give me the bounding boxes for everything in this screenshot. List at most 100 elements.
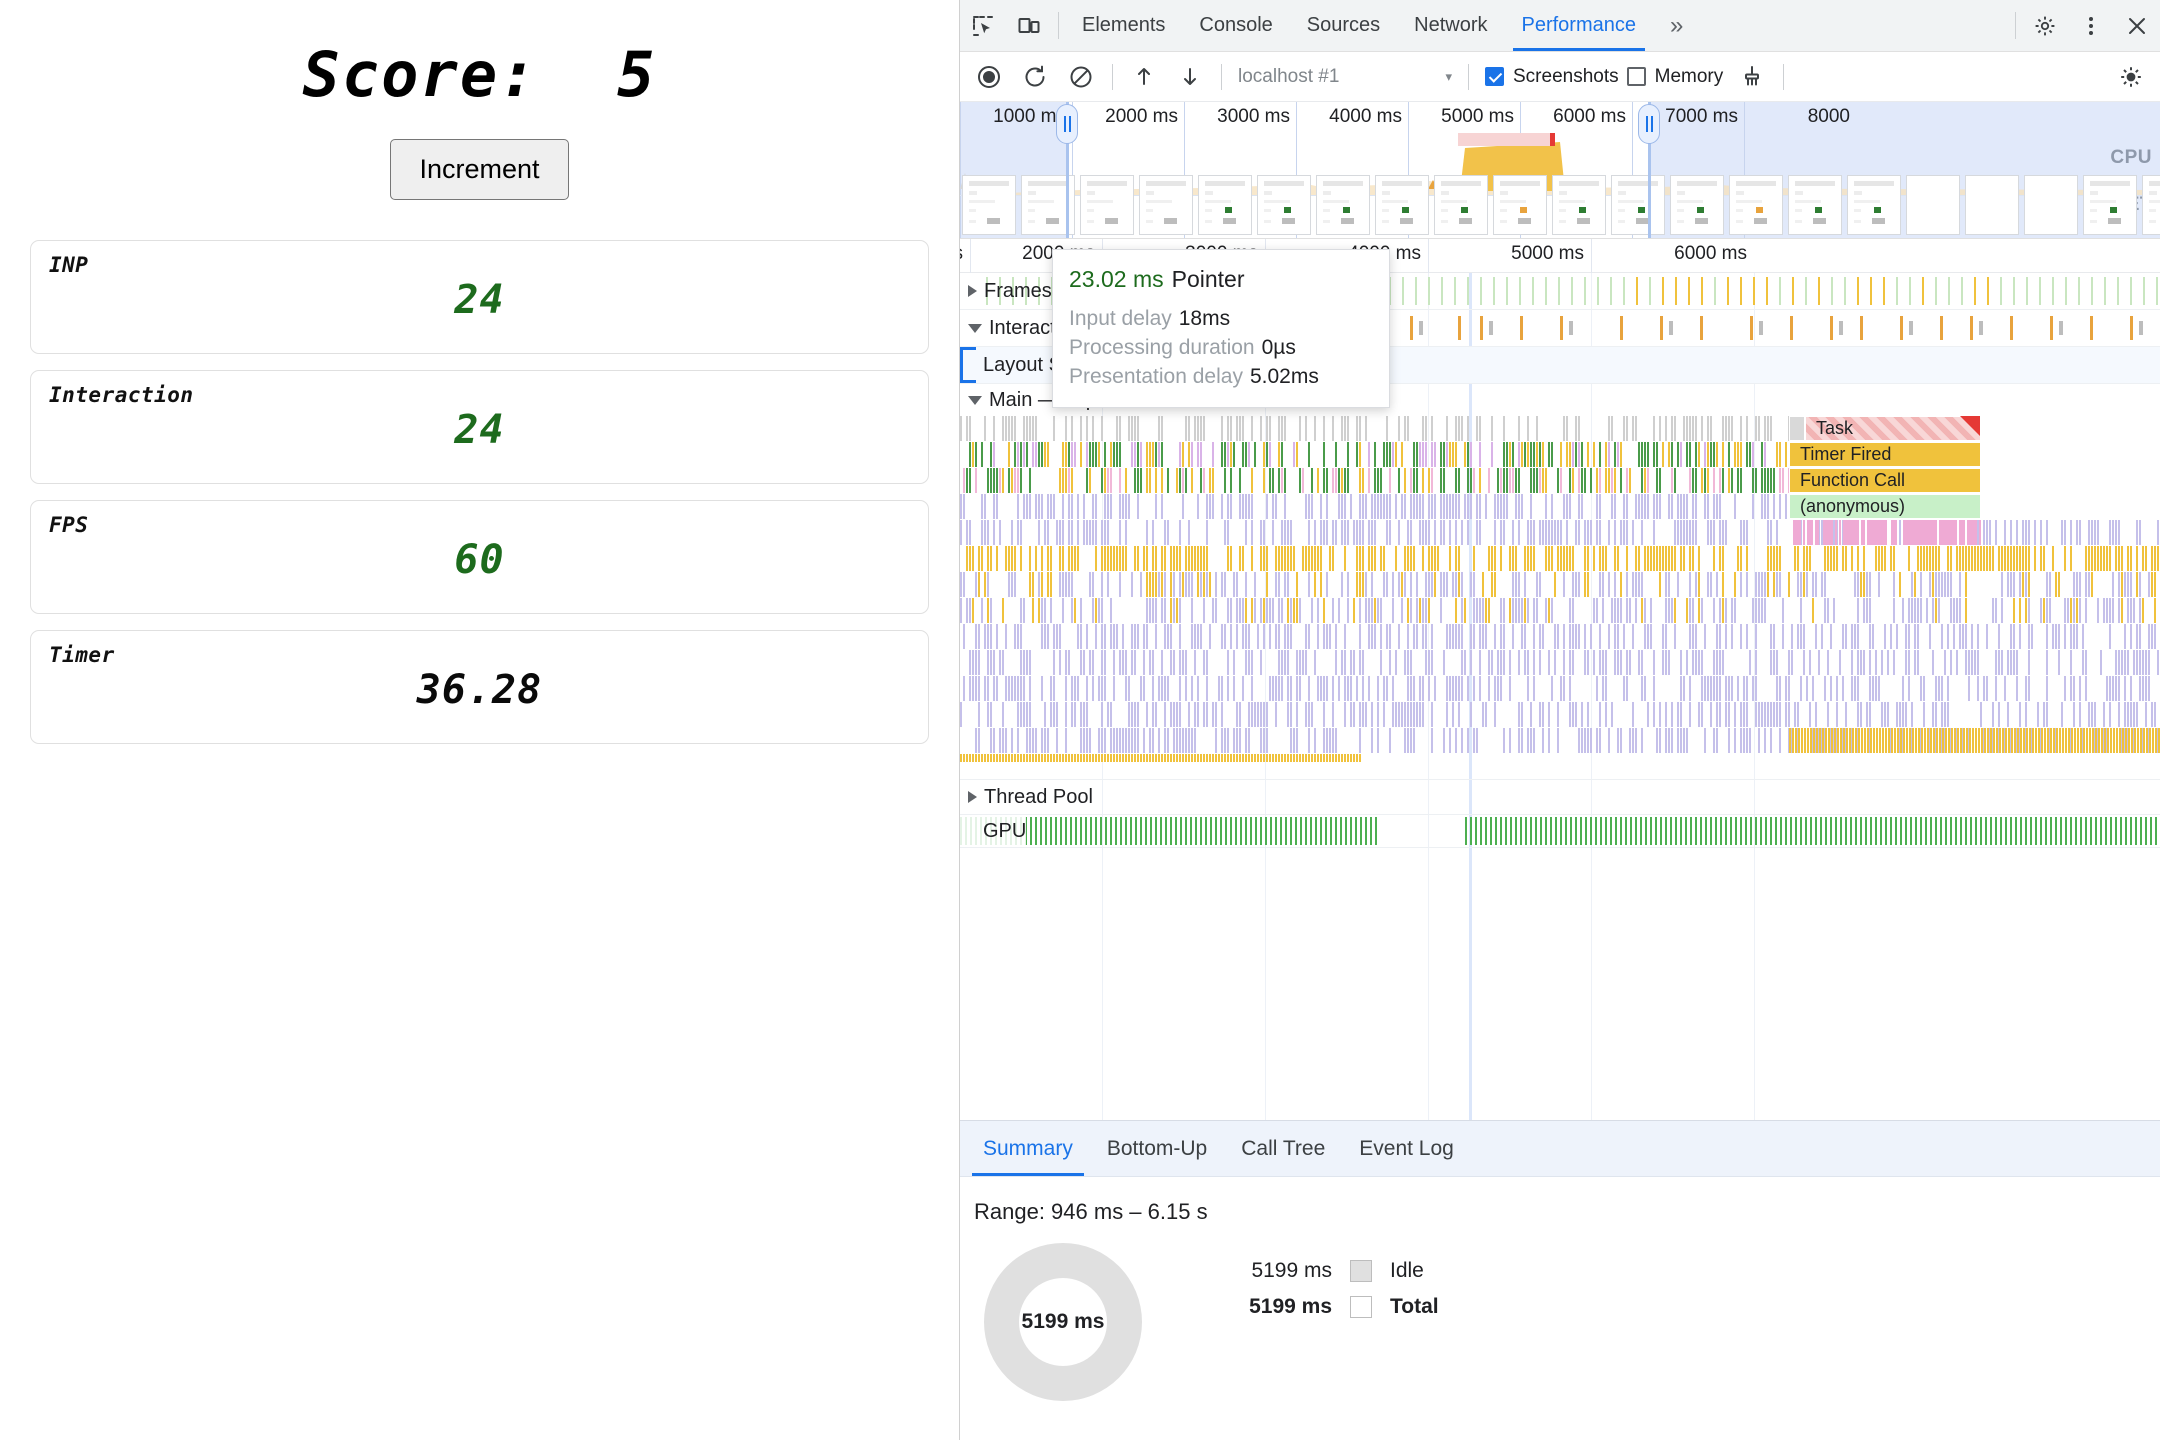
drawer-tab-event-log[interactable]: Event Log bbox=[1342, 1121, 1471, 1176]
tick-label: 8000 bbox=[1807, 106, 1850, 127]
device-toolbar-icon[interactable] bbox=[1006, 0, 1052, 51]
tab-network[interactable]: Network bbox=[1397, 0, 1504, 51]
filmstrip-frame[interactable] bbox=[1729, 175, 1783, 235]
filmstrip-frame[interactable] bbox=[1080, 175, 1134, 235]
filmstrip-frame[interactable] bbox=[962, 175, 1016, 235]
drawer-tab-bottom-up[interactable]: Bottom-Up bbox=[1090, 1121, 1224, 1176]
track-label[interactable]: GPU bbox=[960, 815, 1027, 847]
chevron-right-icon[interactable] bbox=[968, 285, 977, 297]
overview-window-right-handle[interactable] bbox=[1638, 104, 1660, 144]
overview-window-left-handle[interactable] bbox=[1056, 104, 1078, 144]
memory-checkbox[interactable]: Memory bbox=[1626, 66, 1723, 88]
toolbar-divider bbox=[1112, 63, 1113, 90]
filmstrip-frame[interactable] bbox=[1847, 175, 1901, 235]
test-page: Score: 5 Increment INP 24 Interaction 24… bbox=[0, 0, 960, 1440]
tab-sources[interactable]: Sources bbox=[1290, 0, 1397, 51]
checkbox-box bbox=[1485, 67, 1504, 86]
filmstrip-frame[interactable] bbox=[1788, 175, 1842, 235]
tooltip-event-name: Pointer bbox=[1171, 266, 1245, 292]
legend-row-idle[interactable]: 5199 ms Idle bbox=[1220, 1259, 1439, 1283]
load-profile-icon[interactable] bbox=[1121, 54, 1167, 100]
filmstrip-frame[interactable] bbox=[2142, 175, 2160, 235]
track-label[interactable]: Frames bbox=[960, 273, 1052, 309]
clear-icon[interactable] bbox=[1058, 54, 1104, 100]
more-options-icon[interactable] bbox=[2068, 0, 2114, 51]
screenshot-filmstrip[interactable] bbox=[960, 172, 2160, 238]
flame-entry-timer-fired[interactable]: Timer Fired bbox=[1789, 442, 1981, 467]
legend-value: 5199 ms bbox=[1251, 1259, 1332, 1282]
record-icon[interactable] bbox=[966, 54, 1012, 100]
legend-row-total[interactable]: 5199 ms Total bbox=[1220, 1295, 1439, 1319]
metric-value: 24 bbox=[454, 407, 505, 453]
tab-label: Elements bbox=[1082, 14, 1166, 36]
long-task-marker bbox=[1458, 133, 1550, 146]
chevron-down-icon[interactable] bbox=[968, 323, 982, 333]
flame-entry-task[interactable]: Task bbox=[1805, 416, 1981, 441]
filmstrip-frame[interactable] bbox=[1375, 175, 1429, 235]
flame-entry-label: Function Call bbox=[1800, 470, 1906, 490]
gear-icon[interactable] bbox=[2022, 0, 2068, 51]
track-gpu[interactable]: GPU bbox=[960, 815, 2160, 847]
metric-value: 60 bbox=[454, 537, 505, 583]
track-label[interactable]: Thread Pool bbox=[960, 780, 1093, 814]
screenshots-checkbox[interactable]: Screenshots bbox=[1485, 66, 1619, 88]
increment-button[interactable]: Increment bbox=[390, 139, 569, 200]
filmstrip-frame[interactable] bbox=[1906, 175, 1960, 235]
toolbar-divider-3 bbox=[1468, 63, 1469, 90]
legend-name: Idle bbox=[1390, 1259, 1424, 1282]
filmstrip-frame[interactable] bbox=[1493, 175, 1547, 235]
metric-card-inp: INP 24 bbox=[30, 240, 929, 354]
tick-label: s bbox=[960, 243, 963, 265]
filmstrip-frame[interactable] bbox=[1257, 175, 1311, 235]
long-task-end-marker bbox=[1550, 133, 1555, 146]
garbage-collect-icon[interactable] bbox=[1729, 54, 1775, 100]
metric-label: FPS bbox=[49, 513, 89, 537]
flame-entry-task-prefix[interactable] bbox=[1789, 416, 1805, 441]
tooltip-title: 23.02 ms Pointer bbox=[1069, 266, 1367, 293]
save-profile-icon[interactable] bbox=[1167, 54, 1213, 100]
capture-settings-gear-icon[interactable] bbox=[2108, 54, 2154, 100]
devtools-panel: Elements Console Sources Network Perform… bbox=[960, 0, 2160, 1440]
inspect-element-icon[interactable] bbox=[960, 0, 1006, 51]
timeline-tracks[interactable]: s 2000 ms 3000 ms 4000 ms 5000 ms 6000 m… bbox=[960, 239, 2160, 1120]
metric-card-timer: Timer 36.28 bbox=[30, 630, 929, 744]
more-tabs-icon[interactable]: » bbox=[1653, 0, 1700, 51]
drawer-tab-label: Event Log bbox=[1359, 1136, 1454, 1160]
drawer-tab-summary[interactable]: Summary bbox=[966, 1121, 1090, 1176]
tabbar-divider-right bbox=[2015, 12, 2016, 39]
gpu-stripes bbox=[960, 815, 2160, 847]
metric-card-list: INP 24 Interaction 24 FPS 60 Timer 36.28 bbox=[30, 240, 929, 744]
toolbar-divider-4 bbox=[1783, 63, 1785, 90]
flame-entry-anonymous[interactable]: (anonymous) bbox=[1789, 494, 1981, 519]
filmstrip-frame[interactable] bbox=[1434, 175, 1488, 235]
metric-label: INP bbox=[49, 253, 89, 277]
chevron-right-icon[interactable] bbox=[968, 791, 977, 803]
flame-entry-function-call[interactable]: Function Call bbox=[1789, 468, 1981, 493]
track-name: GPU bbox=[983, 819, 1027, 842]
tab-elements[interactable]: Elements bbox=[1065, 0, 1182, 51]
reload-and-record-icon[interactable] bbox=[1012, 54, 1058, 100]
session-select[interactable]: localhost #1 ▾ bbox=[1230, 66, 1460, 88]
timeline-overview[interactable]: 1000 ms 2000 ms 3000 ms 4000 ms 5000 ms … bbox=[960, 102, 2160, 239]
close-icon[interactable] bbox=[2114, 0, 2160, 51]
filmstrip-frame[interactable] bbox=[2083, 175, 2137, 235]
tab-label: Console bbox=[1199, 14, 1273, 36]
filmstrip-frame[interactable] bbox=[1316, 175, 1370, 235]
drawer-tab-call-tree[interactable]: Call Tree bbox=[1224, 1121, 1342, 1176]
filmstrip-frame[interactable] bbox=[1670, 175, 1724, 235]
filmstrip-frame[interactable] bbox=[1139, 175, 1193, 235]
filmstrip-frame[interactable] bbox=[1965, 175, 2019, 235]
checkbox-box bbox=[1626, 67, 1646, 86]
filmstrip-frame[interactable] bbox=[1611, 175, 1665, 235]
tick-label: 2000 ms bbox=[1105, 106, 1178, 127]
tab-console[interactable]: Console bbox=[1182, 0, 1289, 51]
filmstrip-frame[interactable] bbox=[2024, 175, 2078, 235]
chevron-down-icon[interactable] bbox=[968, 395, 982, 405]
filmstrip-frame[interactable] bbox=[1552, 175, 1606, 235]
page-title: Score: 5 bbox=[302, 38, 657, 111]
filmstrip-frame[interactable] bbox=[1198, 175, 1252, 235]
drawer-tabbar: Summary Bottom-Up Call Tree Event Log bbox=[960, 1121, 2160, 1177]
metric-label: Timer bbox=[49, 643, 115, 667]
tab-performance[interactable]: Performance bbox=[1505, 0, 1654, 51]
track-thread-pool[interactable]: Thread Pool bbox=[960, 780, 2160, 814]
